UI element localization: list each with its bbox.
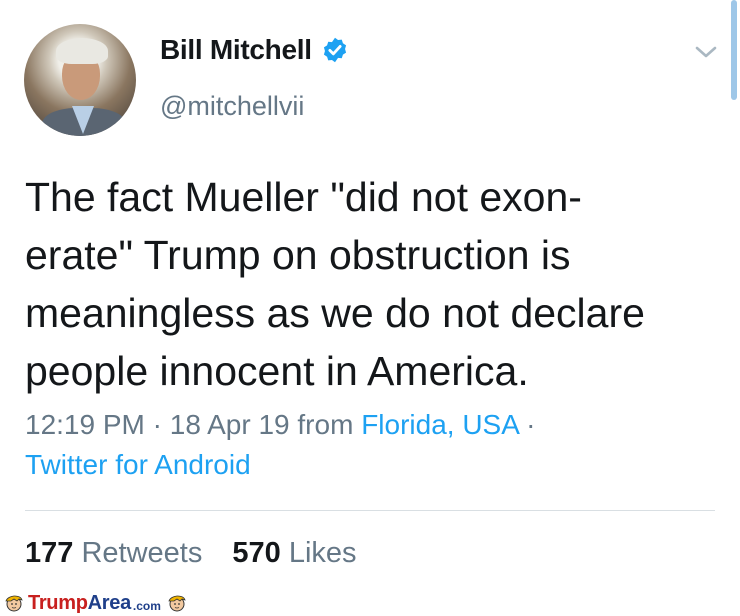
likes-label: Likes: [288, 537, 357, 569]
watermark-text: TrumpArea: [28, 592, 131, 615]
avatar[interactable]: [24, 24, 136, 136]
chevron-down-icon[interactable]: [694, 44, 718, 60]
retweets-stat[interactable]: 177 Retweets: [25, 537, 210, 569]
tweet-text: The fact Mueller "did not exon- erate" T…: [25, 174, 645, 394]
tweet-stats: 177 Retweets 570 Likes: [25, 537, 357, 570]
trump-caricature-icon: [168, 595, 186, 612]
tweet-meta: 12:19 PM · 18 Apr 19 from Florida, USA ·…: [25, 405, 535, 485]
meta-separator-2: ·: [526, 409, 536, 440]
tweet-date[interactable]: 18 Apr 19: [170, 409, 290, 440]
tweet-time[interactable]: 12:19 PM: [25, 409, 145, 440]
meta-separator: ·: [152, 409, 162, 440]
watermark-text-blue: Area: [87, 591, 132, 614]
likes-stat[interactable]: 570 Likes: [232, 537, 356, 569]
avatar-hair: [56, 38, 108, 64]
likes-count: 570: [232, 537, 281, 569]
tweet-client-link[interactable]: Twitter for Android: [25, 449, 251, 480]
divider: [25, 510, 715, 511]
from-label: from: [297, 409, 354, 440]
retweets-label: Retweets: [81, 537, 203, 569]
trump-caricature-icon: [5, 595, 23, 612]
watermark-suffix: .com: [132, 599, 161, 613]
author-row: Bill Mitchell: [160, 34, 349, 66]
verified-badge-icon: [323, 37, 346, 63]
watermark-text-red: Trump: [28, 591, 88, 614]
author-handle[interactable]: @mitchellvii: [160, 91, 304, 122]
scrollbar[interactable]: [731, 0, 737, 100]
author-name[interactable]: Bill Mitchell: [160, 34, 312, 66]
retweets-count: 177: [25, 537, 74, 569]
tweet-location-link[interactable]: Florida, USA: [361, 409, 518, 440]
watermark: TrumpArea .com: [4, 591, 187, 615]
